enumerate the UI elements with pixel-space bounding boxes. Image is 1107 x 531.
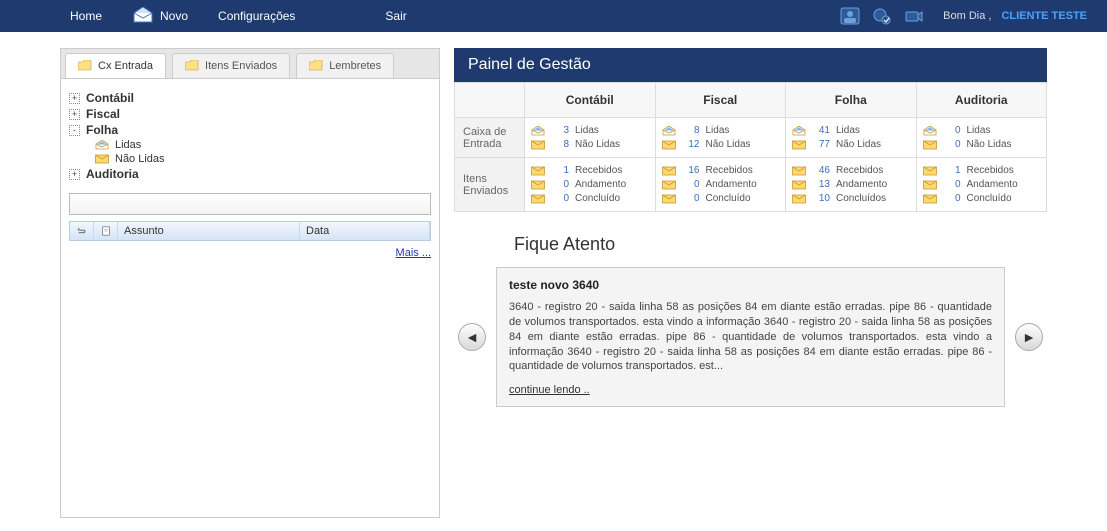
cell-folha-lidas[interactable]: 41Lidas [792,125,910,136]
refresh-check-icon[interactable] [871,6,893,26]
nav-new[interactable]: Novo [132,7,188,26]
matrix-row-sent: Itens Enviados [455,158,525,212]
document-icon [101,226,111,236]
more-link[interactable]: Mais ... [396,247,431,259]
topbar: Home Novo Configurações Sair Bom Dia , C… [0,0,1107,32]
tab-reminders-label: Lembretes [329,60,381,72]
expand-icon[interactable]: + [69,169,80,180]
mail-icon [132,7,154,26]
tree-folha-naolidas-label: Não Lidas [115,153,165,165]
matrix-col-contabil: Contábil [525,83,656,118]
cell-fiscal-andamento[interactable]: 0Andamento [662,179,780,190]
carousel-prev-button[interactable]: ◄ [458,323,486,351]
search-input[interactable] [69,193,431,215]
camera-icon[interactable] [903,6,925,26]
matrix-col-auditoria: Auditoria [916,83,1047,118]
cell-fiscal-naolidas[interactable]: 12Não Lidas [662,139,780,150]
cell-folha-concluido[interactable]: 10Concluídos [792,193,910,204]
profile-icon[interactable] [839,6,861,26]
notice-card: teste novo 3640 3640 - registro 20 - sai… [496,267,1005,407]
cell-contabil-andamento[interactable]: 0Andamento [531,179,649,190]
matrix-table: Contábil Fiscal Folha Auditoria Caixa de… [454,82,1047,212]
tree-panel: + Contábil + Fiscal -Folha Lidas Não Lidas… [60,78,440,518]
cell-contabil-recebidos[interactable]: 1Recebidos [531,165,649,176]
cell-auditoria-andamento[interactable]: 0Andamento [923,179,1041,190]
folder-icon [78,60,92,72]
tree-folha-label: Folha [86,123,118,137]
cell-folha-recebidos[interactable]: 46Recebidos [792,165,910,176]
folder-icon [309,60,323,72]
cell-contabil-lidas[interactable]: 3Lidas [531,125,649,136]
folder-icon [185,60,199,72]
cell-auditoria-lidas[interactable]: 0Lidas [923,125,1041,136]
notice-body: 3640 - registro 20 - saida linha 58 as p… [509,300,992,374]
tree-contabil-label: Contábil [86,91,134,105]
col-date[interactable]: Data [300,222,430,240]
tab-inbox[interactable]: Cx Entrada [65,53,166,78]
mail-closed-icon [95,154,109,164]
nav-home[interactable]: Home [70,9,102,23]
tree-fiscal-label: Fiscal [86,107,120,121]
expand-icon[interactable]: + [69,93,80,104]
tree-folha-naolidas[interactable]: Não Lidas [95,153,431,165]
cell-auditoria-naolidas[interactable]: 0Não Lidas [923,139,1041,150]
cell-contabil-naolidas[interactable]: 8Não Lidas [531,139,649,150]
matrix-row-inbox: Caixa de Entrada [455,118,525,158]
tree-fiscal[interactable]: + Fiscal [69,107,431,121]
cell-auditoria-recebidos[interactable]: 1Recebidos [923,165,1041,176]
nav-new-label: Novo [160,9,188,23]
tab-sent[interactable]: Itens Enviados [172,53,290,78]
matrix-col-folha: Folha [786,83,917,118]
collapse-icon[interactable]: - [69,125,80,136]
attention-carousel: ◄ teste novo 3640 3640 - registro 20 - s… [454,267,1047,407]
cell-contabil-concluido[interactable]: 0Concluído [531,193,649,204]
panel-title: Painel de Gestão [454,48,1047,82]
matrix-col-fiscal: Fiscal [655,83,786,118]
grid-header: Assunto Data [69,221,431,241]
col-subject[interactable]: Assunto [118,222,300,240]
nav-logout[interactable]: Sair [385,9,406,23]
tree-auditoria[interactable]: + Auditoria [69,167,431,181]
tab-reminders[interactable]: Lembretes [296,53,394,78]
left-tabs: Cx Entrada Itens Enviados Lembretes [60,48,440,78]
notice-title: teste novo 3640 [509,278,992,292]
tree-folha[interactable]: -Folha [69,123,431,137]
notice-read-more[interactable]: continue lendo .. [509,384,590,396]
cell-fiscal-concluido[interactable]: 0Concluído [662,193,780,204]
matrix-corner [455,83,525,118]
tree-folha-lidas[interactable]: Lidas [95,139,431,151]
carousel-next-button[interactable]: ► [1015,323,1043,351]
attention-heading: Fique Atento [514,234,1047,255]
cell-auditoria-concluido[interactable]: 0Concluído [923,193,1041,204]
nav-config[interactable]: Configurações [218,9,295,23]
paperclip-icon [77,227,87,235]
tree-auditoria-label: Auditoria [86,167,139,181]
col-doc[interactable] [94,222,118,240]
cell-fiscal-recebidos[interactable]: 16Recebidos [662,165,780,176]
tab-inbox-label: Cx Entrada [98,60,153,72]
greeting-text: Bom Dia , [943,10,991,22]
cell-fiscal-lidas[interactable]: 8Lidas [662,125,780,136]
cell-folha-naolidas[interactable]: 77Não Lidas [792,139,910,150]
user-name[interactable]: CLIENTE TESTE [1001,10,1087,22]
expand-icon[interactable]: + [69,109,80,120]
mail-open-icon [95,140,109,150]
tab-sent-label: Itens Enviados [205,60,277,72]
tree-folha-lidas-label: Lidas [115,139,141,151]
tree-contabil[interactable]: + Contábil [69,91,431,105]
col-attachment[interactable] [70,222,94,240]
cell-folha-andamento[interactable]: 13Andamento [792,179,910,190]
